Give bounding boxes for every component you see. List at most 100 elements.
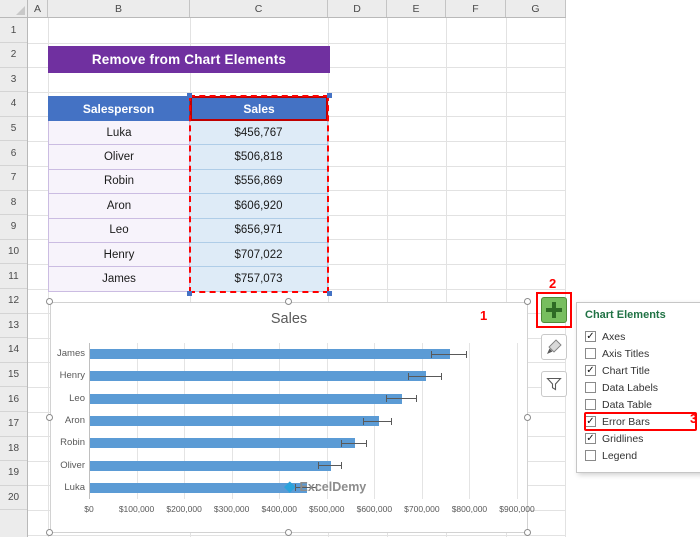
selection-handle[interactable]: [327, 93, 332, 98]
row-header-11[interactable]: 11: [0, 264, 27, 289]
error-bar: [363, 420, 393, 422]
chart-title[interactable]: Sales: [51, 311, 527, 327]
chart-bar-james[interactable]: [90, 349, 451, 360]
salesperson-cell[interactable]: Aron: [48, 194, 190, 219]
row-header-10[interactable]: 10: [0, 239, 27, 265]
salesperson-cell[interactable]: Luka: [48, 121, 190, 146]
chart-resize-handle[interactable]: [285, 529, 292, 536]
row-header-12[interactable]: 12: [0, 289, 27, 314]
table-row: Henry $707,022: [48, 242, 328, 268]
checkbox-checked[interactable]: ✓: [585, 331, 596, 342]
column-header-f[interactable]: F: [446, 0, 506, 17]
error-bar-cap: [340, 439, 342, 447]
sales-cell[interactable]: $757,073: [190, 267, 328, 292]
table-row: Luka $456,767: [48, 121, 328, 146]
checkbox-checked[interactable]: ✓: [585, 433, 596, 444]
checkbox-unchecked[interactable]: [585, 382, 596, 393]
y-axis-category-label: Leo: [69, 392, 85, 404]
chart-bar-luka[interactable]: [90, 482, 308, 493]
salesperson-cell[interactable]: Oliver: [48, 145, 190, 170]
chart-element-item-gridlines[interactable]: ✓ Gridlines: [585, 430, 696, 447]
row-header-5[interactable]: 5: [0, 116, 27, 142]
chart-bar-aron[interactable]: [90, 416, 379, 426]
error-bar: [408, 375, 443, 377]
gridline-horizontal: [28, 42, 566, 44]
chart-filters-button[interactable]: [541, 371, 567, 397]
row-header-17[interactable]: 17: [0, 412, 27, 437]
sales-cell[interactable]: $456,767: [190, 121, 328, 146]
chart-element-item-axes[interactable]: ✓ Axes: [585, 328, 696, 345]
sales-cell[interactable]: $606,920: [190, 194, 328, 219]
row-header-7[interactable]: 7: [0, 166, 27, 191]
row-header-9[interactable]: 9: [0, 215, 27, 240]
salesperson-cell[interactable]: Leo: [48, 218, 190, 243]
chart-gridline: [469, 343, 471, 499]
row-header-13[interactable]: 13: [0, 313, 27, 339]
sales-table: Salesperson Sales Luka $456,767 Oliver $506,…: [48, 96, 328, 292]
row-header-3[interactable]: 3: [0, 67, 27, 93]
chart-element-label: Data Table: [602, 398, 653, 411]
column-header-e[interactable]: E: [387, 0, 446, 17]
sales-cell[interactable]: $656,971: [190, 218, 328, 243]
error-bar-cap: [416, 395, 418, 403]
bar-chart[interactable]: Sales $0 $100,000 $200,000 $300,000 $400,000…: [50, 302, 535, 533]
chart-bar-robin[interactable]: [90, 438, 355, 449]
selection-handle[interactable]: [327, 291, 332, 296]
row-header-18[interactable]: 18: [0, 436, 27, 462]
row-header-6[interactable]: 6: [0, 141, 27, 166]
row-header-8[interactable]: 8: [0, 190, 27, 216]
sales-cell[interactable]: $707,022: [190, 242, 328, 268]
chart-styles-button[interactable]: [541, 334, 567, 360]
chart-element-item-error-bars[interactable]: ✓ Error Bars: [584, 412, 697, 431]
chart-element-item-data-labels[interactable]: Data Labels: [585, 379, 696, 396]
checkbox-checked[interactable]: ✓: [585, 416, 596, 427]
column-header-d[interactable]: D: [328, 0, 387, 17]
chart-element-item-axis-titles[interactable]: Axis Titles: [585, 345, 696, 362]
chart-element-item-chart-title[interactable]: ✓ Chart Title: [585, 362, 696, 379]
chart-element-item-legend[interactable]: Legend: [585, 447, 696, 464]
chart-resize-handle[interactable]: [46, 298, 53, 305]
chart-resize-handle[interactable]: [46, 529, 53, 536]
checkbox-unchecked[interactable]: [585, 348, 596, 359]
chart-bar-henry[interactable]: [90, 371, 427, 382]
selection-handle[interactable]: [187, 93, 192, 98]
row-header-16[interactable]: 16: [0, 387, 27, 412]
chart-resize-handle[interactable]: [524, 298, 531, 305]
chart-resize-handle[interactable]: [46, 414, 53, 421]
row-header-19[interactable]: 19: [0, 461, 27, 486]
error-bar-cap: [391, 417, 393, 425]
chart-element-item-data-table[interactable]: Data Table: [585, 396, 696, 413]
column-header-g[interactable]: G: [506, 0, 566, 17]
error-bar-cap: [317, 462, 319, 470]
row-header-2[interactable]: 2: [0, 43, 27, 68]
row-header-20[interactable]: 20: [0, 485, 27, 511]
row-header-4[interactable]: 4: [0, 92, 27, 117]
checkbox-checked[interactable]: ✓: [585, 365, 596, 376]
chart-resize-handle[interactable]: [285, 298, 292, 305]
sales-cell[interactable]: $506,818: [190, 145, 328, 170]
selection-handle[interactable]: [187, 291, 192, 296]
column-header-c[interactable]: C: [190, 0, 328, 17]
row-header-15[interactable]: 15: [0, 362, 27, 388]
step-2-annotation: 2: [549, 276, 557, 291]
salesperson-cell[interactable]: Robin: [48, 169, 190, 195]
checkbox-unchecked[interactable]: [585, 450, 596, 461]
table-header-salesperson[interactable]: Salesperson: [48, 96, 190, 121]
table-header-sales[interactable]: Sales: [190, 96, 328, 121]
row-header-14[interactable]: 14: [0, 338, 27, 363]
row-headers: 1 2 3 4 5 6 7 8 9 10 11 12 13 14 15 16 17 18 19 20: [0, 18, 28, 537]
chart-element-label: Legend: [602, 449, 638, 462]
select-all-corner[interactable]: [0, 0, 28, 18]
column-header-b[interactable]: B: [48, 0, 190, 17]
chart-bar-leo[interactable]: [90, 393, 403, 404]
salesperson-cell[interactable]: Henry: [48, 242, 190, 268]
checkbox-unchecked[interactable]: [585, 399, 596, 410]
chart-resize-handle[interactable]: [524, 414, 531, 421]
chart-resize-handle[interactable]: [524, 529, 531, 536]
column-header-a[interactable]: A: [28, 0, 48, 17]
salesperson-cell[interactable]: James: [48, 267, 190, 292]
sales-cell[interactable]: $556,869: [190, 169, 328, 195]
chart-elements-list: ✓ Axes Axis Titles ✓ Chart Title Data Labels D…: [584, 328, 697, 464]
row-header-1[interactable]: 1: [0, 18, 27, 43]
chart-bar-oliver[interactable]: [90, 460, 332, 471]
